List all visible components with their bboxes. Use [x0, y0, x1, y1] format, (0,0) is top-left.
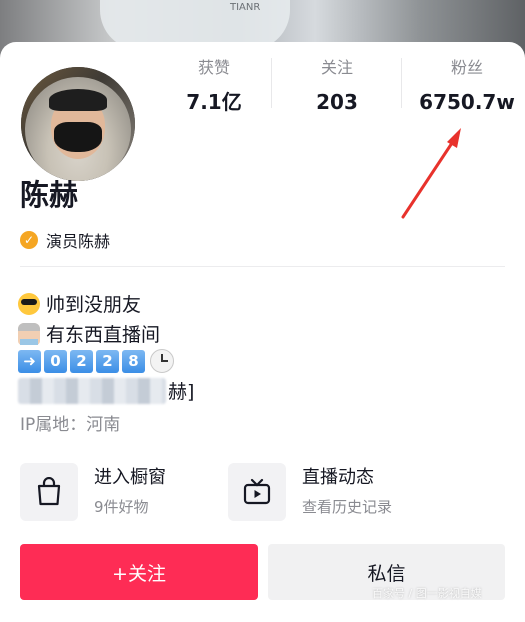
- shopping-bag-icon: [37, 477, 61, 506]
- live-entry-subtitle: 查看历史记录: [302, 498, 393, 516]
- bio-line: 有东西直播间: [18, 320, 160, 347]
- stat-likes-label: 获赞: [197, 58, 230, 77]
- watermark-text: 百家号 / 图一影视自媒: [372, 587, 482, 600]
- bio-text: 赫]: [168, 381, 195, 403]
- stat-followers[interactable]: 粉丝 6750.7w: [402, 58, 525, 114]
- bio-line: ➜ 0 2 2 8: [18, 349, 174, 373]
- stat-following[interactable]: 关注 203: [272, 58, 402, 114]
- avatar-mask: [54, 122, 102, 152]
- stat-following-label: 关注: [320, 58, 353, 77]
- stat-following-value: 203: [316, 90, 358, 114]
- follow-button[interactable]: +关注: [20, 544, 258, 600]
- verification-text: 演员陈赫: [46, 232, 111, 251]
- shop-entry-subtitle: 9件好物: [94, 498, 149, 516]
- bio-text: 有东西直播间: [46, 324, 161, 346]
- bio-text: 帅到没朋友: [46, 294, 142, 316]
- clock-icon: [150, 349, 174, 373]
- tv-icon: [243, 478, 271, 505]
- blurred-region: [18, 377, 166, 404]
- keycap-digit: 2: [96, 349, 119, 373]
- bio-line: 赫]: [18, 377, 194, 404]
- live-icon-box: [228, 463, 286, 521]
- sunglasses-emoji-icon: [18, 292, 40, 315]
- soon-arrow-icon: ➜: [18, 349, 41, 373]
- bio-line: 帅到没朋友: [18, 290, 141, 317]
- keycap-digit: 8: [122, 349, 145, 373]
- live-entry-title: 直播动态: [302, 467, 374, 488]
- keycap-digit: 0: [44, 349, 67, 373]
- cover-detail: TIANR: [230, 2, 261, 13]
- verified-check-icon: ✓: [20, 231, 38, 249]
- ip-location: IP属地：河南: [20, 415, 121, 435]
- stat-followers-label: 粉丝: [450, 58, 483, 77]
- live-history-entry[interactable]: 直播动态 查看历史记录: [228, 463, 392, 521]
- shop-icon-box: [20, 463, 78, 521]
- stat-likes-value: 7.1亿: [186, 90, 242, 114]
- shop-entry-title: 进入橱窗: [94, 467, 166, 488]
- verification-badge: ✓ 演员陈赫: [20, 228, 110, 252]
- keycap-digit: 2: [70, 349, 93, 373]
- shop-window-entry[interactable]: 进入橱窗 9件好物: [20, 463, 166, 521]
- profile-name: 陈赫: [20, 178, 79, 212]
- stat-likes[interactable]: 获赞 7.1亿: [149, 58, 279, 114]
- avatar-hair: [49, 89, 107, 111]
- man-emoji-icon: [18, 322, 40, 345]
- section-divider: [20, 266, 505, 267]
- avatar[interactable]: [18, 64, 138, 184]
- stat-followers-value: 6750.7w: [419, 90, 515, 114]
